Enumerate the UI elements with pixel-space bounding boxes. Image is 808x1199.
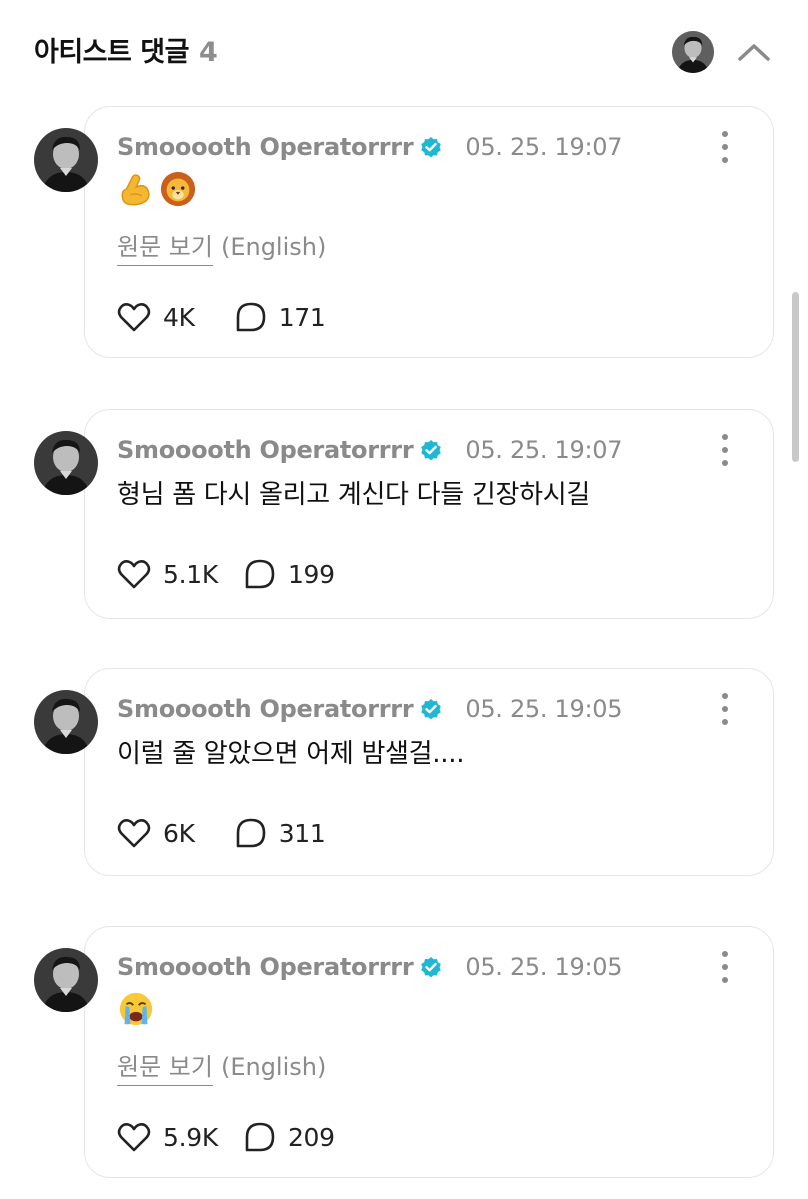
artist-avatar-icon[interactable] [672,31,714,73]
comment-meta: Smooooth Operatorrrr 05. 25. 19:07 [117,432,623,468]
reply-button[interactable]: 311 [235,817,326,849]
comment-actions: 5.1K 199 [117,554,375,594]
view-original: 원문 보기 (English) [117,1047,327,1086]
comment-actions: 4K 171 [117,297,366,337]
reply-button[interactable]: 171 [235,301,326,333]
comment-meta: Smooooth Operatorrrr 05. 25. 19:05 [117,949,623,985]
reply-count: 311 [278,818,326,848]
like-count: 4K [163,302,195,332]
reply-button[interactable]: 209 [244,1121,335,1153]
reply-count: 171 [278,302,326,332]
reply-count: 209 [287,1122,335,1152]
comment-author[interactable]: Smooooth Operatorrrr [117,133,414,161]
like-button[interactable]: 5.1K [117,559,218,589]
comment-meta: Smooooth Operatorrrr 05. 25. 19:07 [117,129,623,165]
comment-text: 이럴 줄 알았으면 어제 밤샐걸.... [117,739,465,769]
comment-bubble-icon [236,302,266,332]
comment-author[interactable]: Smooooth Operatorrrr [117,436,414,464]
comment-timestamp: 05. 25. 19:07 [465,436,623,464]
heart-icon [117,819,151,848]
lion-emoji [160,171,196,207]
heart-icon [117,560,151,589]
view-original: 원문 보기 (English) [117,227,327,266]
like-count: 6K [163,818,195,848]
like-count: 5.1K [163,559,218,589]
flexed-biceps-emoji [121,174,150,206]
reply-count: 199 [287,559,335,589]
comment-card: Smooooth Operatorrrr 05. 25. 19:05 원문 보기… [84,926,774,1178]
like-count: 5.9K [163,1122,218,1152]
view-original-link[interactable]: 원문 보기 [117,233,213,266]
comment-card: Smooooth Operatorrrr 05. 25. 19:07 형님 폼 … [84,409,774,619]
heart-icon [117,1123,151,1152]
section-title-label: 아티스트 댓글 [34,37,189,68]
like-button[interactable]: 4K [117,302,195,332]
more-vertical-icon[interactable] [713,434,737,466]
author-avatar[interactable] [34,431,98,495]
section-title: 아티스트 댓글 4 [34,30,218,69]
comment-actions: 6K 311 [117,813,366,853]
crying-face-emoji [119,992,153,1026]
verified-badge-icon [419,438,443,462]
chevron-up-icon [738,44,770,61]
comment-bubble-icon [236,818,266,848]
author-avatar[interactable] [34,948,98,1012]
comment-count: 4 [198,37,218,68]
comment-timestamp: 05. 25. 19:05 [465,953,623,981]
reply-button[interactable]: 199 [244,558,335,590]
more-vertical-icon[interactable] [713,131,737,163]
comment-author[interactable]: Smooooth Operatorrrr [117,953,414,981]
more-vertical-icon[interactable] [713,951,737,983]
vertical-scrollbar[interactable] [792,292,799,462]
comment-author[interactable]: Smooooth Operatorrrr [117,695,414,723]
comment-item: Smooooth Operatorrrr 05. 25. 19:07 원문 보기… [0,106,808,360]
comment-actions: 5.9K 209 [117,1117,375,1157]
comment-bubble-icon [245,559,275,589]
collapse-button[interactable] [734,34,774,70]
original-language: (English) [220,1053,327,1081]
comment-timestamp: 05. 25. 19:07 [465,133,623,161]
comment-item: Smooooth Operatorrrr 05. 25. 19:07 형님 폼 … [0,409,808,621]
view-original-link[interactable]: 원문 보기 [117,1053,213,1086]
like-button[interactable]: 6K [117,818,195,848]
comment-bubble-icon [245,1122,275,1152]
comment-item: Smooooth Operatorrrr 05. 25. 19:05 원문 보기… [0,926,808,1180]
comment-emojis [117,989,155,1029]
comment-emojis [117,169,197,209]
more-vertical-icon[interactable] [713,693,737,725]
author-avatar[interactable] [34,690,98,754]
verified-badge-icon [419,135,443,159]
author-avatar[interactable] [34,128,98,192]
original-language: (English) [220,233,327,261]
artist-comments-header: 아티스트 댓글 4 [0,0,808,100]
comment-text: 형님 폼 다시 올리고 계신다 다들 긴장하시길 [117,480,590,510]
verified-badge-icon [419,697,443,721]
comment-card: Smooooth Operatorrrr 05. 25. 19:07 원문 보기… [84,106,774,358]
comment-timestamp: 05. 25. 19:05 [465,695,623,723]
comment-item: Smooooth Operatorrrr 05. 25. 19:05 이럴 줄 … [0,668,808,878]
comment-card: Smooooth Operatorrrr 05. 25. 19:05 이럴 줄 … [84,668,774,876]
heart-icon [117,303,151,332]
artist-comments-page: 아티스트 댓글 4 Smooooth Operatorrrr 05. 25. 1… [0,0,808,1199]
like-button[interactable]: 5.9K [117,1122,218,1152]
verified-badge-icon [419,955,443,979]
comment-meta: Smooooth Operatorrrr 05. 25. 19:05 [117,691,623,727]
